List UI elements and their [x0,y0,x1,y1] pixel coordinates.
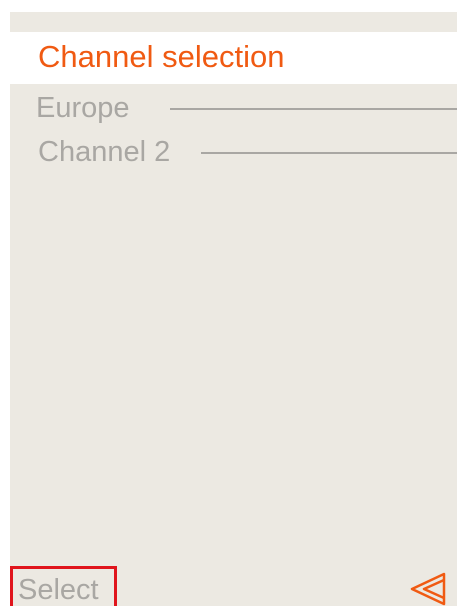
list-item-region[interactable]: Europe [10,88,457,132]
list-item-label: Europe [36,92,130,124]
device-screen: Channel selection Europe Channel 2 Selec… [10,12,457,606]
list-item-channel[interactable]: Channel 2 [10,132,457,176]
select-softkey-label: Select [18,574,99,606]
list-item-separator [170,108,457,110]
page-title: Channel selection [38,39,285,74]
back-button[interactable] [408,572,448,606]
list-item-label: Channel 2 [38,136,171,168]
back-double-triangle-icon [408,572,448,606]
select-softkey[interactable]: Select [10,566,117,606]
title-bar: Channel selection [10,32,457,84]
list-item-separator [201,152,457,154]
